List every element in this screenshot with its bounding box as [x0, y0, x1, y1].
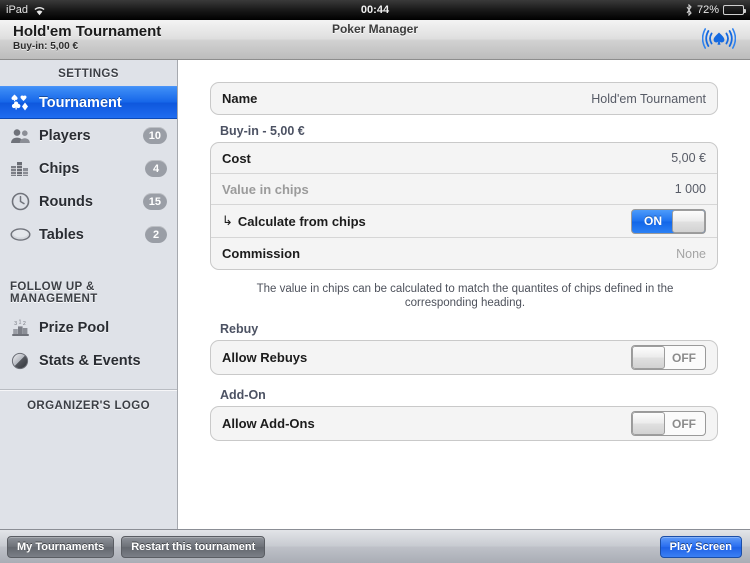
allow-rebuys-toggle[interactable]: OFF: [631, 345, 706, 370]
sidebar-badge-rounds: 15: [142, 193, 167, 210]
sidebar-item-prize-pool[interactable]: 3 1 2 Prize Pool: [0, 311, 177, 344]
sidebar-item-label: Prize Pool: [39, 319, 110, 336]
addon-group-title: Add-On: [220, 388, 266, 402]
clock-icon: [9, 191, 31, 213]
sidebar-item-tournament[interactable]: Tournament: [0, 86, 177, 119]
commission-label: Commission: [222, 246, 301, 261]
addon-card: Allow Add-Ons OFF: [210, 406, 718, 441]
sidebar-item-label: Rounds: [39, 193, 93, 210]
name-row[interactable]: Name Hold'em Tournament: [211, 83, 717, 114]
toggle-knob: [672, 209, 705, 233]
rebuy-card: Allow Rebuys OFF: [210, 340, 718, 375]
status-bar-right: 72%: [685, 0, 746, 20]
play-screen-button[interactable]: Play Screen: [659, 535, 742, 558]
sidebar-item-stats-events[interactable]: Stats & Events: [0, 344, 177, 377]
sub-arrow-icon: ↳: [222, 213, 233, 228]
allow-rebuys-row[interactable]: Allow Rebuys OFF: [211, 341, 717, 374]
sidebar: SETTINGS Tournament Players 10 Chips 4 R…: [0, 60, 178, 529]
battery-icon: [723, 5, 746, 15]
poker-table-icon: [9, 224, 31, 246]
allow-rebuys-label: Allow Rebuys: [222, 350, 308, 365]
app-root: iPad 00:44 72% Poker Manager Hold'em Tou…: [0, 0, 750, 563]
page-title: Hold'em Tournament: [13, 23, 162, 40]
battery-percent-label: 72%: [696, 4, 719, 16]
value-in-chips-label: Value in chips: [222, 181, 309, 197]
sidebar-item-label: Tables: [39, 226, 84, 243]
bottom-toolbar: My Tournaments Restart this tournament P…: [0, 529, 750, 563]
toggle-knob: [632, 412, 665, 435]
calculate-from-chips-row[interactable]: ↳ Calculate from chips ON: [211, 205, 717, 238]
page-subtitle: Buy-in: 5,00 €: [13, 41, 79, 52]
calculate-from-chips-toggle[interactable]: ON: [631, 208, 706, 234]
svg-text:2: 2: [23, 321, 26, 327]
allow-addons-row[interactable]: Allow Add-Ons OFF: [211, 407, 717, 440]
cost-label: Cost: [222, 150, 251, 166]
sidebar-management-header: FOLLOW UP & MANAGEMENT: [10, 281, 98, 305]
toggle-knob: [632, 346, 665, 369]
cost-row[interactable]: Cost 5,00 €: [211, 143, 717, 174]
tournament-header: Hold'em Tournament Buy-in: 5,00 €: [13, 23, 161, 53]
sidebar-item-rounds[interactable]: Rounds 15: [0, 185, 177, 218]
my-tournaments-button[interactable]: My Tournaments: [7, 535, 115, 558]
buyin-card: Cost 5,00 € Value in chips 1 000 ↳ Calcu…: [210, 142, 718, 270]
sidebar-item-players[interactable]: Players 10: [0, 119, 177, 152]
buyin-footnote: The value in chips can be calculated to …: [256, 283, 674, 309]
organizer-logo-section: ORGANIZER'S LOGO: [0, 381, 177, 412]
sidebar-badge-tables: 2: [145, 226, 167, 243]
name-label: Name: [222, 91, 258, 106]
name-card: Name Hold'em Tournament: [210, 82, 718, 115]
rebuy-group-title: Rebuy: [220, 322, 259, 336]
sidebar-item-label: Chips: [39, 160, 80, 177]
broadcast-spade-icon[interactable]: [701, 26, 737, 57]
buyin-group-title: Buy-in - 5,00 €: [220, 124, 305, 138]
main-content: Name Hold'em Tournament Buy-in - 5,00 € …: [179, 60, 750, 529]
status-bar: iPad 00:44 72%: [0, 0, 750, 20]
toggle-state-label: OFF: [672, 416, 696, 431]
cost-value: 5,00 €: [671, 151, 706, 165]
sidebar-item-label: Tournament: [39, 94, 122, 111]
commission-value: None: [676, 246, 706, 261]
sidebar-item-tables[interactable]: Tables 2: [0, 218, 177, 251]
svg-text:3: 3: [14, 321, 17, 327]
value-in-chips-row[interactable]: Value in chips 1 000: [211, 174, 717, 205]
allow-addons-label: Allow Add-Ons: [222, 416, 315, 431]
sphere-icon: [9, 350, 31, 372]
sidebar-settings-header: SETTINGS: [58, 68, 119, 80]
clock-label: 00:44: [360, 4, 390, 16]
sidebar-item-label: Stats & Events: [39, 352, 141, 369]
toggle-state-label: OFF: [672, 350, 696, 365]
toggle-state-label: ON: [644, 214, 662, 228]
commission-row[interactable]: Commission None: [211, 238, 717, 269]
restart-tournament-button[interactable]: Restart this tournament: [121, 535, 266, 558]
allow-addons-toggle[interactable]: OFF: [631, 411, 706, 436]
navigation-bar: Poker Manager Hold'em Tournament Buy-in:…: [0, 20, 750, 60]
name-value: Hold'em Tournament: [591, 91, 706, 106]
sidebar-item-chips[interactable]: Chips 4: [0, 152, 177, 185]
podium-icon: 3 1 2: [9, 317, 31, 339]
svg-text:1: 1: [18, 319, 21, 325]
sidebar-badge-chips: 4: [145, 160, 167, 177]
value-in-chips-value: 1 000: [674, 182, 706, 196]
people-icon: [9, 125, 31, 147]
bluetooth-icon: [685, 3, 693, 17]
chip-stacks-icon: [9, 158, 31, 180]
organizer-logo-label: ORGANIZER'S LOGO: [27, 400, 150, 412]
card-suits-icon: [9, 92, 31, 114]
sidebar-badge-players: 10: [142, 127, 167, 144]
sidebar-item-label: Players: [39, 127, 91, 144]
calculate-from-chips-label: Calculate from chips: [237, 213, 366, 229]
